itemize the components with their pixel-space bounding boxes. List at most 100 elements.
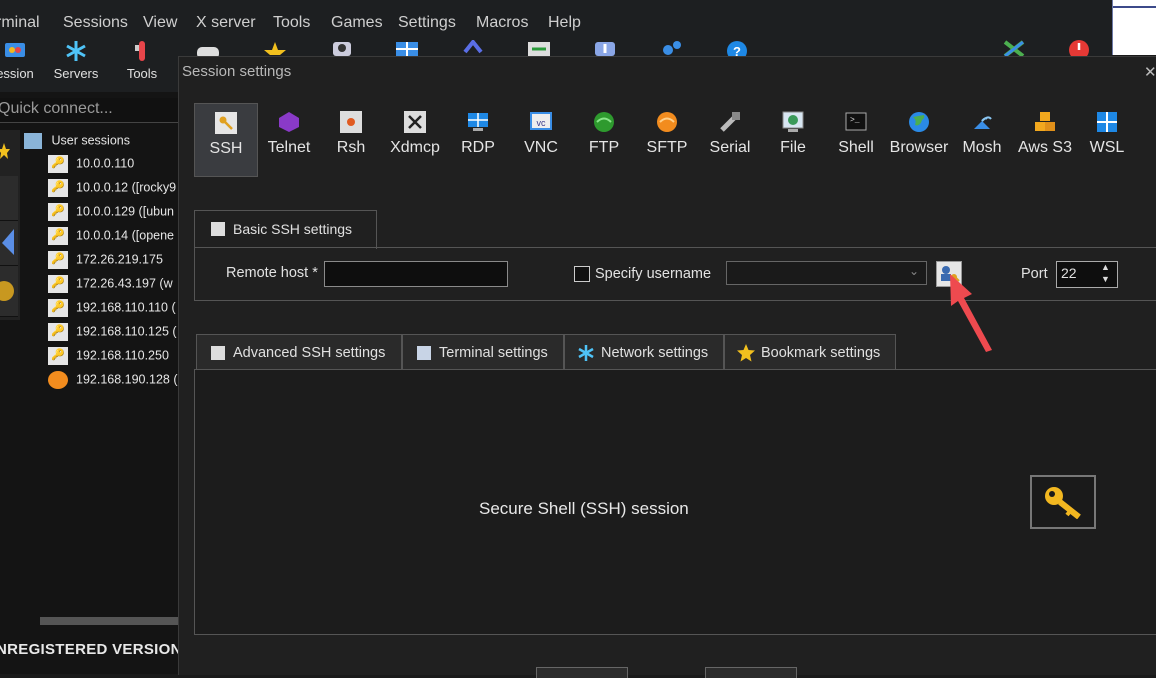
network-icon: [577, 344, 595, 366]
session-type-label: Telnet: [267, 139, 311, 156]
menu-macros[interactable]: Macros: [476, 14, 528, 32]
session-type-aws-s3[interactable]: Aws S3: [1014, 103, 1076, 175]
ssh-key-icon: [48, 251, 68, 269]
specify-username-label: Specify username: [595, 266, 712, 282]
port-up-icon[interactable]: ▲: [1101, 262, 1110, 272]
terminal-icon: [417, 346, 431, 360]
ok-button[interactable]: [536, 667, 628, 678]
user-folder-icon: [24, 133, 42, 149]
svg-text:>_: >_: [850, 116, 860, 125]
rsh-icon: [340, 111, 362, 133]
session-item[interactable]: 192.168.110.125 (: [48, 323, 178, 345]
session-item[interactable]: 192.168.110.250: [48, 347, 178, 369]
servers-button[interactable]: Servers: [52, 40, 100, 81]
menu-help[interactable]: Help: [548, 14, 581, 32]
menu-xserver[interactable]: X server: [196, 14, 256, 32]
cancel-button[interactable]: [705, 667, 797, 678]
session-type-telnet[interactable]: Telnet: [260, 103, 318, 175]
session-type-vnc[interactable]: vc VNC: [514, 103, 568, 175]
telnet-icon: [278, 111, 300, 133]
tools-label: Tools: [126, 66, 158, 81]
username-select[interactable]: ⌄: [726, 261, 927, 285]
session-item[interactable]: 10.0.0.12 ([rocky9: [48, 179, 178, 201]
session-type-label: Serial: [709, 139, 751, 156]
session-type-sftp[interactable]: SFTP: [638, 103, 696, 175]
wsl-windows-icon: [1096, 111, 1118, 133]
user-sessions-folder[interactable]: User sessions: [24, 133, 174, 151]
session-type-label: Browser: [889, 139, 949, 156]
star-icon: [737, 344, 755, 366]
side-tab-tools[interactable]: [0, 176, 18, 221]
menu-settings[interactable]: Settings: [398, 14, 456, 32]
session-type-mosh[interactable]: Mosh: [958, 103, 1006, 175]
ssh-key-icon: [211, 222, 225, 236]
session-type-rdp[interactable]: RDP: [452, 103, 504, 175]
unregistered-label: NREGISTERED VERSION: [0, 641, 182, 658]
sftp-icon: [48, 371, 68, 389]
menu-tools[interactable]: Tools: [273, 14, 310, 32]
tab-network-settings[interactable]: Network settings: [564, 334, 724, 371]
side-tab-macros[interactable]: [0, 221, 18, 266]
quick-connect-input[interactable]: Quick connect...: [0, 98, 178, 123]
session-type-label: RDP: [461, 139, 495, 156]
servers-label: Servers: [53, 66, 99, 81]
ssh-key-icon: [215, 112, 237, 134]
port-value: 22: [1061, 265, 1077, 281]
ftp-icon: [593, 111, 615, 133]
session-item[interactable]: 172.26.219.175: [48, 251, 178, 273]
xdmcp-icon: [404, 111, 426, 133]
session-type-serial[interactable]: Serial: [702, 103, 758, 175]
session-label: ession: [0, 66, 34, 81]
sftp-icon: [656, 111, 678, 133]
ssh-key-icon: [48, 203, 68, 221]
session-type-xdmcp[interactable]: Xdmcp: [384, 103, 446, 175]
sidebar-scrollbar[interactable]: [40, 617, 178, 625]
session-item[interactable]: 10.0.0.129 ([ubun: [48, 203, 178, 225]
ssh-key-icon: [48, 299, 68, 317]
port-down-icon[interactable]: ▼: [1101, 274, 1110, 284]
session-type-file[interactable]: File: [768, 103, 818, 175]
ssh-key-icon: [48, 179, 68, 197]
session-item[interactable]: 192.168.190.128 (: [48, 371, 178, 393]
session-button[interactable]: ession: [0, 40, 34, 81]
tab-terminal-settings[interactable]: Terminal settings: [402, 334, 564, 371]
tab-basic-ssh-settings[interactable]: Basic SSH settings: [194, 210, 377, 249]
session-icon: [2, 40, 28, 62]
session-type-rsh[interactable]: Rsh: [325, 103, 377, 175]
remote-host-input[interactable]: [324, 261, 508, 287]
tab-advanced-ssh-settings[interactable]: Advanced SSH settings: [196, 334, 402, 371]
tab-bookmark-settings[interactable]: Bookmark settings: [724, 334, 896, 371]
close-icon[interactable]: ✕: [1144, 63, 1156, 81]
session-item[interactable]: 192.168.110.110 (: [48, 299, 178, 321]
background-window: [1112, 0, 1156, 55]
svg-text:?: ?: [733, 44, 741, 56]
specify-username-checkbox[interactable]: [574, 266, 590, 282]
menu-view[interactable]: View: [143, 14, 177, 32]
session-type-label: SFTP: [646, 139, 688, 156]
session-type-wsl[interactable]: WSL: [1082, 103, 1132, 175]
session-type-browser[interactable]: Browser: [888, 103, 950, 175]
menu-games[interactable]: Games: [331, 14, 383, 32]
session-item[interactable]: 172.26.43.197 (w: [48, 275, 178, 297]
session-item[interactable]: 10.0.0.14 ([opene: [48, 227, 178, 249]
aws-s3-icon: [1034, 111, 1056, 133]
session-item[interactable]: 10.0.0.110: [48, 155, 178, 177]
menu-sessions[interactable]: Sessions: [63, 14, 128, 32]
port-stepper[interactable]: 22 ▲ ▼: [1056, 261, 1118, 288]
side-tab-sftp[interactable]: [0, 266, 18, 317]
session-type-ftp[interactable]: FTP: [578, 103, 630, 175]
session-type-label: File: [780, 139, 806, 156]
tools-icon: [129, 40, 155, 62]
annotation-arrow: [950, 274, 992, 352]
dialog-title: Session settings: [182, 63, 292, 80]
session-type-ssh[interactable]: SSH: [194, 103, 258, 177]
remote-host-label: Remote host *: [226, 265, 318, 281]
browser-globe-icon: [908, 111, 930, 133]
quick-connect-placeholder: Quick connect...: [0, 100, 113, 117]
session-type-shell[interactable]: >_ Shell: [830, 103, 882, 175]
ssh-key-icon: [48, 227, 68, 245]
ssh-key-icon: [211, 346, 225, 360]
menu-terminal[interactable]: rminal: [0, 14, 40, 32]
tools-button[interactable]: Tools: [122, 40, 162, 81]
vnc-icon: vc: [530, 111, 552, 133]
